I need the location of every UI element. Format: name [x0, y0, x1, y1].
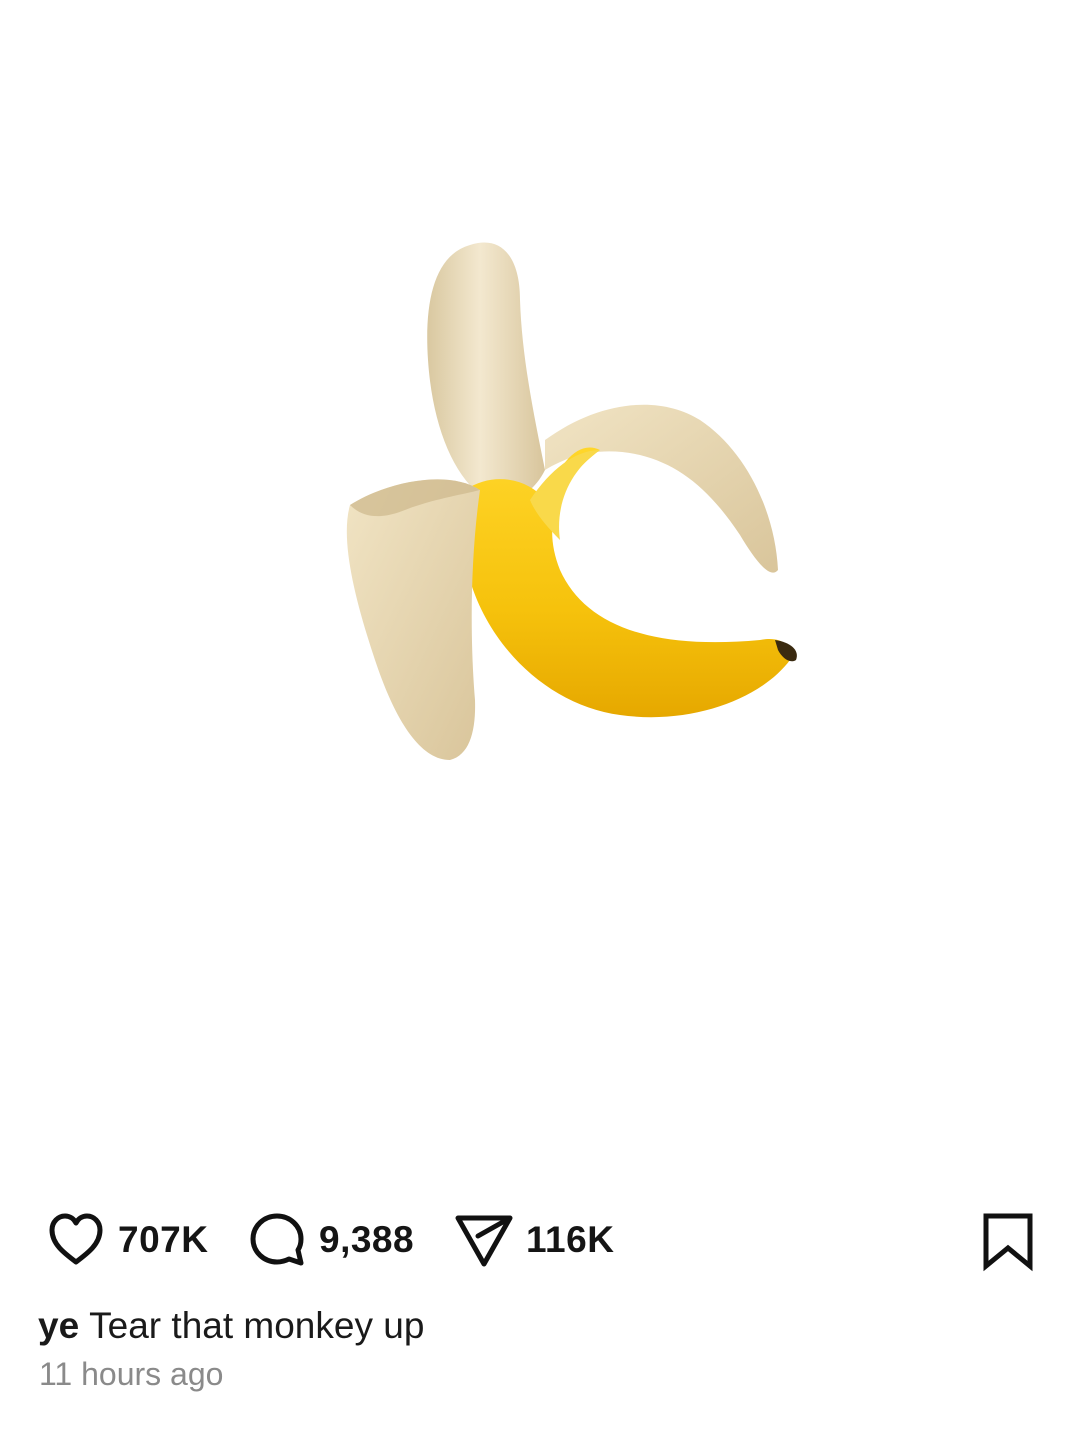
like-button[interactable]: 707K [44, 1198, 208, 1282]
caption-username[interactable]: ye [38, 1305, 79, 1346]
comment-count: 9,388 [319, 1219, 415, 1260]
action-bar: 707K 9,388 116K [0, 1198, 1080, 1282]
comment-button[interactable]: 9,388 [245, 1198, 414, 1282]
share-count: 116K [526, 1219, 615, 1260]
post-timestamp: 11 hours ago [39, 1356, 224, 1392]
heart-icon [49, 1213, 103, 1265]
bookmark-icon [983, 1213, 1033, 1272]
peel-flap-right [545, 404, 778, 573]
banana-flesh [427, 242, 545, 500]
send-icon [455, 1215, 513, 1267]
post-image[interactable] [0, 0, 1080, 1180]
share-button[interactable]: 116K [452, 1198, 614, 1282]
peel-flap-left [346, 479, 480, 760]
caption: ye Tear that monkey up [38, 1300, 424, 1352]
like-count: 707K [118, 1219, 209, 1260]
banana-image [346, 242, 797, 760]
save-button[interactable] [980, 1198, 1036, 1282]
comment-icon [250, 1213, 304, 1266]
caption-text: Tear that monkey up [89, 1305, 425, 1346]
